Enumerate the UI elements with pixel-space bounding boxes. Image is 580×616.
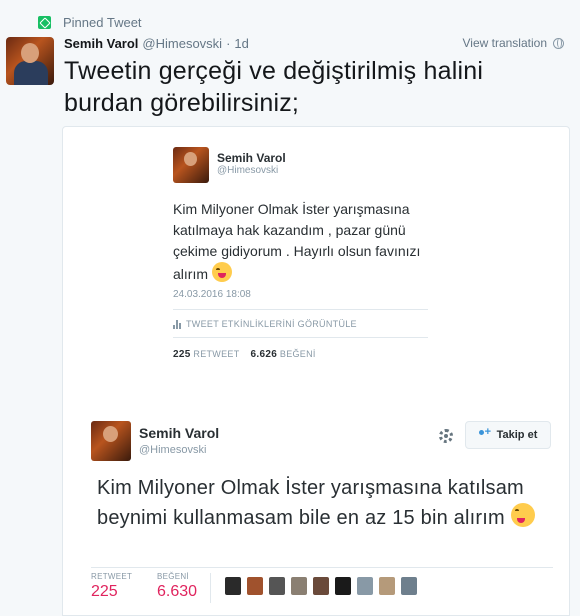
user-name: Semih Varol <box>217 151 286 165</box>
like-stat: BEĞENİ 6.630 <box>157 572 197 601</box>
tweet-time[interactable]: 1d <box>234 36 248 51</box>
user-handle[interactable]: @Himesovski <box>142 36 222 51</box>
user-name: Semih Varol <box>139 425 220 441</box>
avatar <box>173 147 209 183</box>
divider <box>173 337 428 338</box>
liker-avatar <box>401 577 417 595</box>
avatar[interactable] <box>6 37 54 85</box>
liker-avatar <box>269 577 285 595</box>
pin-icon <box>38 15 51 29</box>
divider <box>173 309 428 310</box>
wink-tongue-emoji-icon <box>510 503 535 527</box>
liker-avatar <box>247 577 263 595</box>
bar-chart-icon <box>173 319 182 329</box>
tweet-activity-label: TWEET ETKİNLİKLERİNİ GÖRÜNTÜLE <box>186 319 357 329</box>
screenshot-original-tweet: Semih Varol @Himesovski Kim Milyoner Olm… <box>159 139 431 367</box>
tweet-media-image[interactable]: Semih Varol @Himesovski Kim Milyoner Olm… <box>62 126 570 616</box>
divider <box>210 573 211 603</box>
follow-button: Takip et <box>465 421 551 449</box>
divider <box>91 567 553 568</box>
retweet-count: 225 <box>173 349 191 360</box>
wink-tongue-emoji-icon <box>211 262 232 282</box>
tweet-header: Semih Varol @Himesovski · 1d View transl… <box>64 36 574 51</box>
retweet-label: RETWEET <box>91 572 133 581</box>
view-translation-label: View translation <box>462 36 548 50</box>
separator: · <box>226 36 231 51</box>
tweet-text: Kim Milyoner Olmak İster yarışmasına kat… <box>97 473 557 533</box>
retweet-count: 225 <box>91 583 118 600</box>
follow-label: Takip et <box>496 429 538 441</box>
pinned-indicator: Pinned Tweet <box>38 14 142 30</box>
engagement-counts: 225 RETWEET 6.626 BEĞENİ <box>173 349 316 360</box>
follow-user-icon <box>478 426 491 440</box>
liker-avatar <box>225 577 241 595</box>
liker-avatar <box>313 577 329 595</box>
tweet-text: Tweetin gerçeği ve değiştirilmiş halini … <box>64 57 484 117</box>
tweet-text: Kim Milyoner Olmak İster yarışmasına kat… <box>173 201 421 282</box>
liker-avatar <box>335 577 351 595</box>
like-label: BEĞENİ <box>279 349 316 359</box>
view-translation-link[interactable]: View translation <box>462 36 564 50</box>
user-handle: @Himesovski <box>217 165 279 176</box>
retweet-stat: RETWEET 225 <box>91 572 132 601</box>
screenshot-edited-tweet: Semih Varol @Himesovski Takip et Kim Mil… <box>75 407 561 615</box>
like-count: 6.626 <box>250 349 278 360</box>
liker-avatar <box>379 577 395 595</box>
liker-avatar <box>291 577 307 595</box>
like-count: 6.630 <box>157 583 198 600</box>
gear-icon <box>439 429 453 443</box>
liker-avatar <box>357 577 373 595</box>
tweet-date: 24.03.2016 18:08 <box>173 289 251 300</box>
user-name[interactable]: Semih Varol <box>64 36 138 51</box>
like-label: BEĞENİ <box>157 572 190 581</box>
tweet-activity-link: TWEET ETKİNLİKLERİNİ GÖRÜNTÜLE <box>173 319 357 329</box>
pinned-tweet[interactable]: Pinned Tweet Semih Varol @Himesovski · 1… <box>0 0 580 616</box>
pinned-label: Pinned Tweet <box>63 14 142 30</box>
user-handle: @Himesovski <box>139 444 207 456</box>
retweet-label: RETWEET <box>193 349 240 359</box>
globe-icon <box>553 37 564 49</box>
likers-avatars <box>225 577 423 595</box>
avatar <box>91 421 131 461</box>
